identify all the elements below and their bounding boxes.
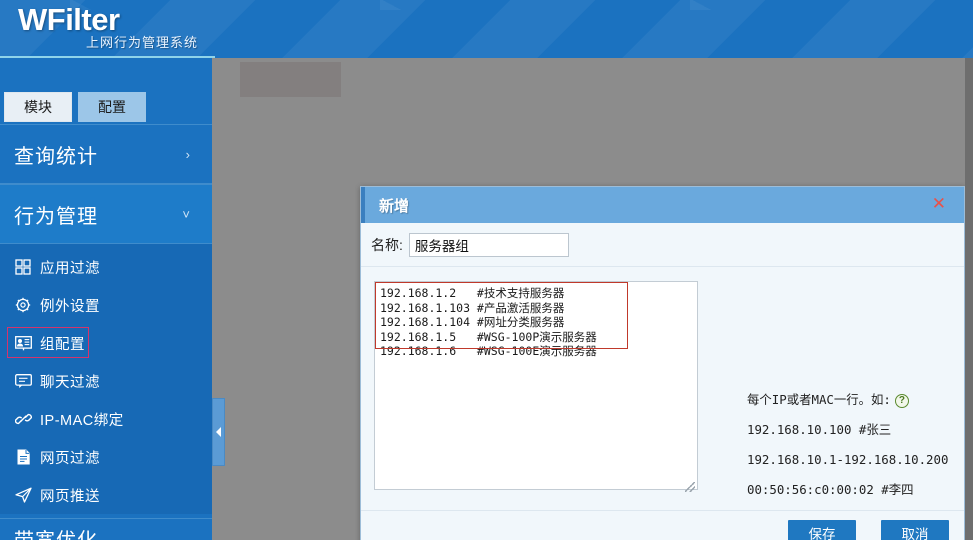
hint-line-2: 192.168.10.1-192.168.10.200	[747, 452, 949, 467]
dialog-title-bar: 新增 ✕	[361, 187, 964, 223]
dialog-title: 新增	[379, 197, 410, 215]
sidebar-item-app-filter-label: 应用过滤	[40, 260, 100, 277]
tab-config-label: 配置	[98, 99, 126, 115]
link-icon	[13, 409, 33, 429]
tab-modules[interactable]: 模块	[4, 92, 72, 122]
add-group-dialog: 新增 ✕ 名称: 每个IP或者MAC一行。如:? 192.168.10.100 …	[360, 186, 965, 540]
sidebar-group-bandwidth-optimization-label: 带宽优化	[14, 524, 98, 540]
sidebar-item-web-push-label: 网页推送	[40, 488, 100, 505]
sidebar-item-web-filter-label: 网页过滤	[40, 450, 100, 467]
cancel-button[interactable]: 取消	[881, 520, 949, 540]
sidebar-item-exception-settings[interactable]: 例外设置	[0, 286, 212, 324]
group-config-icon	[13, 333, 33, 353]
sidebar-item-list: 应用过滤 例外设置 组配置 聊天过滤 IP-MAC绑定 网页过滤 网页推送	[0, 244, 212, 514]
sidebar-item-app-filter[interactable]: 应用过滤	[0, 248, 212, 286]
sidebar-item-ip-mac-binding[interactable]: IP-MAC绑定	[0, 400, 212, 438]
sidebar-item-chat-filter-label: 聊天过滤	[40, 374, 100, 391]
sidebar-item-chat-filter[interactable]: 聊天过滤	[0, 362, 212, 400]
sidebar-group-bandwidth-optimization[interactable]: 带宽优化	[0, 518, 212, 540]
sidebar-group-behavior-mgmt-label: 行为管理	[14, 205, 98, 228]
sidebar-item-ip-mac-binding-label: IP-MAC绑定	[40, 412, 124, 429]
dialog-footer: 保存 取消	[361, 510, 964, 540]
name-field-row: 名称:	[361, 223, 964, 267]
sidebar-item-group-config-label: 组配置	[40, 336, 85, 353]
group-name-input[interactable]	[408, 232, 569, 257]
content-placeholder-block	[240, 62, 341, 97]
app-root: WFilter 上网行为管理系统 模块 配置 查询统计 › 行为管理 ˅ 应用过…	[0, 0, 973, 540]
chat-icon	[13, 371, 33, 391]
logo-subtitle: 上网行为管理系统	[86, 35, 199, 50]
chevron-right-icon: ›	[185, 146, 190, 162]
send-icon	[13, 485, 33, 505]
sidebar-item-exception-settings-label: 例外设置	[40, 298, 100, 315]
grid-icon	[13, 257, 33, 277]
right-edge-strip	[965, 58, 973, 540]
sidebar-item-web-filter[interactable]: 网页过滤	[0, 438, 212, 476]
name-label: 名称:	[371, 236, 403, 253]
sidebar-item-web-push[interactable]: 网页推送	[0, 476, 212, 514]
gear-icon	[13, 295, 33, 315]
dialog-body-inner: 每个IP或者MAC一行。如:? 192.168.10.100 #张三 192.1…	[361, 267, 964, 497]
ip-mac-list-textarea[interactable]	[374, 281, 698, 490]
logo: WFilter 上网行为管理系统	[18, 2, 197, 50]
hint-line-0: 每个IP或者MAC一行。如:?	[747, 385, 959, 415]
hint-line-1: 192.168.10.100 #张三	[747, 422, 892, 437]
tab-config[interactable]: 配置	[78, 92, 146, 122]
chevron-down-icon: ˅	[182, 206, 190, 222]
dialog-body: 名称: 每个IP或者MAC一行。如:? 192.168.10.100 #张三 1…	[361, 223, 964, 510]
sidebar-item-group-config[interactable]: 组配置	[0, 324, 212, 362]
sidebar-group-query-stats-label: 查询统计	[14, 145, 98, 168]
close-icon[interactable]: ✕	[932, 195, 946, 212]
hint-line-3: 00:50:56:c0:00:02 #李四	[747, 482, 914, 497]
sidebar-collapse-handle[interactable]	[212, 398, 225, 466]
sidebar: 模块 配置 查询统计 › 行为管理 ˅ 应用过滤 例外设置 组配置 聊天过滤 I…	[0, 58, 212, 540]
save-button[interactable]: 保存	[788, 520, 856, 540]
chevron-left-icon	[216, 427, 221, 437]
sidebar-group-query-stats[interactable]: 查询统计 ›	[0, 124, 212, 184]
tab-modules-label: 模块	[24, 99, 52, 115]
sidebar-group-behavior-mgmt[interactable]: 行为管理 ˅	[0, 184, 212, 244]
sidebar-tabs: 模块 配置	[0, 58, 212, 124]
help-icon[interactable]: ?	[894, 393, 909, 408]
app-banner: WFilter 上网行为管理系统	[0, 0, 973, 58]
page-filter-icon	[13, 447, 33, 467]
hint-line-0-text: 每个IP或者MAC一行。如:	[747, 392, 891, 407]
format-hint: 每个IP或者MAC一行。如:? 192.168.10.100 #张三 192.1…	[747, 385, 959, 505]
ip-list-wrapper	[374, 281, 698, 495]
